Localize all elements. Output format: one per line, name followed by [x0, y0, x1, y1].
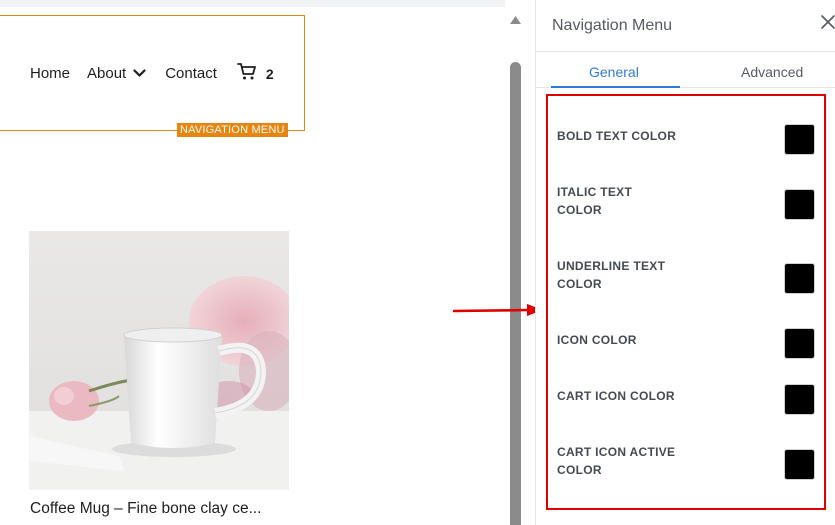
cart-icon	[237, 62, 257, 85]
panel-tabs: General Advanced	[536, 52, 835, 88]
editor-canvas: Home About Contact 2 NAVIGATION MENU Cof…	[0, 0, 543, 525]
setting-label: ITALIC TEXT COLOR	[557, 185, 633, 217]
nav-item-about-label: About	[87, 65, 127, 82]
setting-italic-text-color: ITALIC TEXT COLOR	[557, 183, 822, 220]
panel-header: Navigation Menu	[536, 0, 835, 52]
color-swatch-italic-text[interactable]	[784, 189, 815, 220]
setting-label: BOLD TEXT COLOR	[557, 129, 677, 143]
setting-label: UNDERLINE TEXT COLOR	[557, 259, 666, 291]
nav-item-home[interactable]: Home	[30, 65, 70, 82]
navigation-menu: Home About Contact 2	[30, 62, 274, 85]
setting-cart-icon-color: CART ICON COLOR	[557, 384, 822, 415]
setting-cart-icon-active-color: CART ICON ACTIVE COLOR	[557, 443, 822, 480]
annotation-arrow-icon	[452, 302, 545, 323]
color-swatch-bold-text[interactable]	[784, 124, 815, 155]
color-swatch-icon[interactable]	[784, 328, 815, 359]
settings-panel: Navigation Menu General Advanced BOLD TE…	[535, 0, 835, 525]
setting-bold-text-color: BOLD TEXT COLOR	[557, 124, 822, 155]
scroll-up-arrow-icon[interactable]	[509, 12, 522, 30]
setting-underline-text-color: UNDERLINE TEXT COLOR	[557, 257, 822, 294]
color-swatch-cart-icon-active[interactable]	[784, 449, 815, 480]
cart-button[interactable]: 2	[237, 62, 274, 85]
setting-icon-color: ICON COLOR	[557, 328, 822, 359]
panel-title: Navigation Menu	[552, 17, 673, 34]
active-tab-indicator	[551, 86, 680, 88]
setting-label: ICON COLOR	[557, 333, 637, 347]
product-image[interactable]	[29, 231, 289, 490]
tab-general[interactable]: General	[589, 64, 639, 80]
setting-label: CART ICON ACTIVE COLOR	[557, 445, 676, 477]
widget-label-tag[interactable]: NAVIGATION MENU	[177, 123, 288, 137]
color-swatch-cart-icon[interactable]	[784, 384, 815, 415]
canvas-top-strip	[0, 0, 505, 7]
tab-advanced[interactable]: Advanced	[741, 64, 803, 80]
nav-item-about[interactable]: About	[87, 65, 146, 82]
color-swatch-underline-text[interactable]	[784, 263, 815, 294]
cart-count: 2	[265, 65, 274, 82]
setting-label: CART ICON COLOR	[557, 389, 675, 403]
nav-item-contact[interactable]: Contact	[165, 65, 217, 82]
product-title[interactable]: Coffee Mug – Fine bone clay ce...	[30, 500, 262, 518]
canvas-scrollbar-thumb[interactable]	[510, 62, 521, 525]
close-icon[interactable]	[821, 15, 835, 31]
chevron-down-icon	[133, 69, 146, 78]
